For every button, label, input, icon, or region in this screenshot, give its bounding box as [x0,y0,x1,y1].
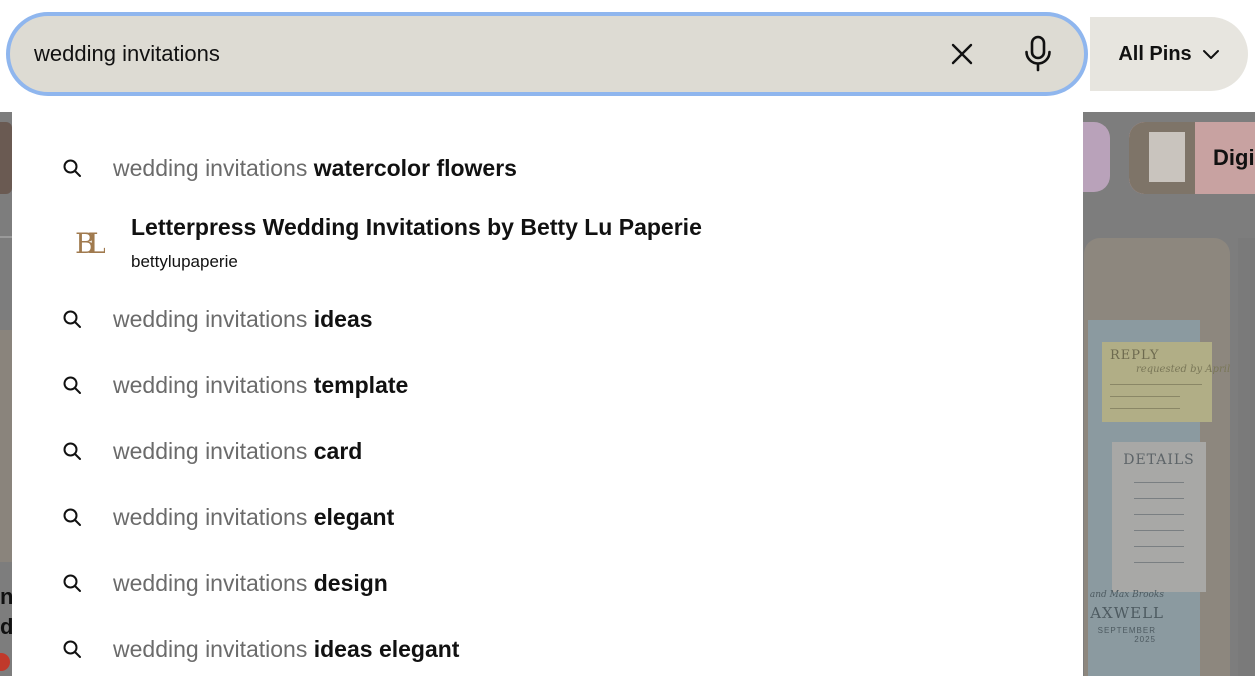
pin-details-rule [1134,514,1184,515]
brand-logo-icon: BL [75,227,105,260]
pin-date-text: SEPTEMBER 2025 [1097,626,1156,644]
suggestion-prefix: wedding invitations [113,155,308,181]
profile-handle: bettylupaperie [131,252,238,271]
suggestion-prefix: wedding invitations [113,306,308,332]
suggestion-text: wedding invitations template [113,357,408,413]
suggestion-prefix: wedding invitations [113,438,308,464]
pin-reply-subtext: requested by April 11 [1136,364,1230,375]
pin-reply-rule [1110,408,1180,409]
pin-filter-label: All Pins [1118,42,1192,65]
suggestion-text: wedding invitations design [113,555,388,611]
background-pin-title-2: d [0,614,12,639]
pin-reply-card: REPLY requested by April 11 [1102,342,1230,422]
suggestion-item[interactable]: wedding invitations card [12,423,1083,479]
suggestion-text: wedding invitations elegant [113,489,394,545]
search-input[interactable] [34,16,914,92]
background-pin-card: REPLY requested by April 11 DETAILS and … [1084,238,1230,676]
pin-details-rule [1134,498,1184,499]
background-pin-image [0,330,12,562]
pin-reply-rule [1110,384,1202,385]
profile-logo-icon: BL [68,222,108,262]
suggestion-item[interactable]: wedding invitations template [12,357,1083,413]
suggestion-text: wedding invitations watercolor flowers [113,140,517,196]
suggestion-item[interactable]: wedding invitations watercolor flowers [12,140,1083,196]
search-icon [63,159,81,177]
suggestion-item[interactable]: wedding invitations elegant [12,489,1083,545]
suggestion-item[interactable]: wedding invitations design [12,555,1083,611]
pin-details-rule [1134,530,1184,531]
suggestion-completion: card [313,438,363,464]
pin-reply-text: REPLY [1110,348,1160,363]
background-pin-title: n [0,584,12,609]
suggestion-completion: watercolor flowers [313,155,517,181]
search-suggestions-panel: wedding invitations watercolor flowers B… [12,112,1083,676]
background-category-chip-digital: Digi [1129,122,1255,194]
suggestion-prefix: wedding invitations [113,636,308,662]
search-icon [63,442,81,460]
suggestion-item[interactable]: wedding invitations ideas elegant [12,621,1083,676]
suggestion-text: wedding invitations ideas [113,291,373,347]
suggestion-completion: template [313,372,409,398]
pin-details-rule [1134,562,1184,563]
search-bar [6,12,1088,96]
search-icon [63,310,81,328]
brand-logo-text: BL [75,227,105,260]
search-icon [63,640,81,658]
chip-thumbnail-card [1149,132,1185,182]
suggestion-text: wedding invitations ideas elegant [113,621,459,676]
voice-search-button[interactable] [1021,34,1055,74]
suggestion-completion: ideas elegant [313,636,460,662]
suggestion-prefix: wedding invitations [113,504,308,530]
close-icon [951,43,973,65]
chip-label: Digi [1213,145,1255,170]
suggestion-item[interactable]: wedding invitations ideas [12,291,1083,347]
chevron-down-icon [1202,50,1219,59]
suggestion-text: wedding invitations card [113,423,362,479]
background-thumbnail [0,122,12,194]
microphone-icon [1025,35,1051,72]
background-divider [0,236,12,238]
search-icon [63,376,81,394]
pin-details-text: DETAILS [1123,452,1195,468]
pin-reply-rule [1110,396,1180,397]
pin-details-rule [1134,546,1184,547]
clear-search-button[interactable] [946,38,978,70]
pin-couple-names: and Max Brooks [1089,590,1164,600]
background-column-edge [1238,238,1255,676]
pin-details-rule [1134,482,1184,483]
suggestion-completion: design [313,570,388,596]
suggestion-completion: ideas [313,306,373,332]
pin-name-text: AXWELL [1090,604,1164,622]
profile-suggestion[interactable]: BL Letterpress Wedding Invitations by Be… [12,204,1083,286]
search-icon [63,574,81,592]
pin-filter-dropdown[interactable]: All Pins [1090,17,1248,91]
chip-thumbnail [1129,122,1195,194]
pin-details-card: DETAILS [1112,442,1206,592]
profile-title: Letterpress Wedding Invitations by Betty… [131,214,702,240]
suggestion-prefix: wedding invitations [113,372,308,398]
suggestion-prefix: wedding invitations [113,570,308,596]
suggestion-completion: elegant [313,504,395,530]
search-icon [63,508,81,526]
